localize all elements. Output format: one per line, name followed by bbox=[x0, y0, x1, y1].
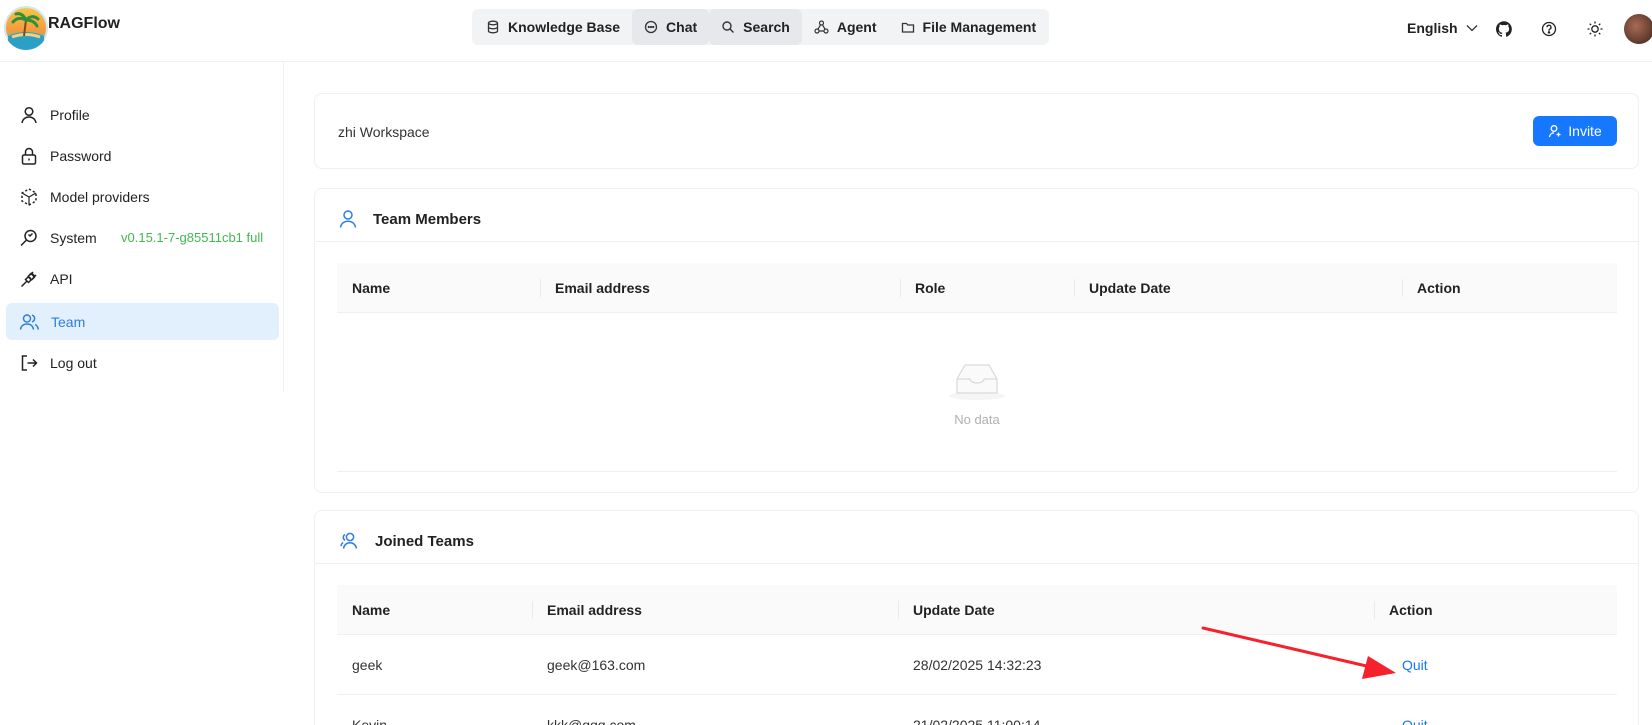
sidebar-item-label: Password bbox=[50, 147, 112, 164]
top-header: RAGFlow Knowledge Base Chat Search Agent bbox=[0, 0, 1652, 62]
sidebar-item-logout[interactable]: Log out bbox=[6, 344, 279, 381]
user-icon bbox=[21, 106, 37, 123]
team-users-icon bbox=[19, 313, 40, 330]
nav-label: Agent bbox=[836, 19, 877, 35]
sidebar-item-api[interactable]: API bbox=[6, 260, 279, 297]
sidebar-item-profile[interactable]: Profile bbox=[6, 96, 279, 133]
column-header: Email address bbox=[547, 602, 642, 618]
sidebar-item-label: Team bbox=[51, 313, 86, 330]
team-members-header: Team Members bbox=[339, 209, 481, 229]
database-icon bbox=[487, 20, 499, 34]
workspace-name: zhi Workspace bbox=[338, 124, 430, 140]
github-icon[interactable] bbox=[1494, 19, 1514, 39]
sidebar-item-model-providers[interactable]: Model providers bbox=[6, 178, 279, 215]
nav-label: Search bbox=[743, 19, 790, 35]
divider bbox=[315, 563, 1638, 564]
model-box-icon bbox=[21, 187, 37, 206]
sidebar-item-label: Profile bbox=[50, 106, 90, 123]
team-members-title: Team Members bbox=[373, 210, 482, 228]
workspace-card: zhi Workspace Invite bbox=[314, 93, 1639, 169]
quit-link[interactable]: Quit bbox=[1387, 695, 1428, 725]
cell-update-date: 28/02/2025 14:32:23 bbox=[913, 657, 1042, 673]
sidebar-item-label: Log out bbox=[50, 354, 97, 371]
column-header: Name bbox=[352, 602, 391, 618]
cell-name: geek bbox=[352, 657, 383, 673]
ragflow-logo[interactable] bbox=[4, 6, 48, 50]
empty-state: No data bbox=[337, 361, 1617, 427]
sidebar-item-label: Model providers bbox=[50, 188, 150, 205]
joined-teams-title: Joined Teams bbox=[375, 532, 474, 550]
version-badge: v0.15.1-7-g85511cb1 full bbox=[121, 230, 264, 245]
empty-text: No data bbox=[954, 412, 1000, 427]
table-row: Kevin kkk@qqq.com 21/02/2025 11:00:14 Qu… bbox=[337, 695, 1617, 725]
cell-name: Kevin bbox=[352, 717, 388, 725]
sidebar-item-team[interactable]: Team bbox=[6, 303, 279, 340]
user-avatar[interactable] bbox=[1624, 14, 1652, 44]
column-header: Action bbox=[1417, 280, 1461, 296]
team-members-table: Name Email address Role Update Date Acti… bbox=[337, 263, 1617, 473]
table-header: Name Email address Role Update Date Acti… bbox=[337, 263, 1617, 313]
quit-link[interactable]: Quit bbox=[1387, 635, 1428, 695]
column-header: Update Date bbox=[1089, 280, 1171, 296]
joined-teams-card: Joined Teams Name Email address Update D… bbox=[314, 510, 1639, 725]
nav-knowledge-base[interactable]: Knowledge Base bbox=[472, 9, 632, 45]
system-search-icon bbox=[20, 229, 37, 246]
column-header: Name bbox=[352, 280, 391, 296]
plug-icon bbox=[20, 270, 37, 287]
search-icon bbox=[722, 21, 735, 33]
folder-icon bbox=[901, 22, 914, 33]
joined-team-icon bbox=[340, 532, 358, 549]
chat-bubble-icon bbox=[644, 20, 658, 34]
table-bottom-border bbox=[337, 471, 1617, 472]
nav-label: File Management bbox=[922, 19, 1037, 35]
nav-chat[interactable]: Chat bbox=[632, 9, 710, 45]
help-circle-icon[interactable] bbox=[1539, 19, 1559, 39]
invite-label: Invite bbox=[1568, 123, 1602, 139]
nav-file-management[interactable]: File Management bbox=[889, 9, 1049, 45]
divider bbox=[315, 241, 1638, 242]
table-header: Name Email address Update Date Action bbox=[337, 585, 1617, 635]
brand-name: RAGFlow bbox=[48, 15, 120, 32]
nav-agent[interactable]: Agent bbox=[802, 9, 889, 45]
team-members-card: Team Members Name Email address Role Upd… bbox=[314, 188, 1639, 493]
column-header: Role bbox=[915, 280, 946, 296]
sidebar-item-label: API bbox=[50, 270, 73, 287]
nav-label: Chat bbox=[666, 19, 698, 35]
main-nav: Knowledge Base Chat Search Agent File Ma… bbox=[472, 9, 1049, 45]
logout-icon bbox=[21, 354, 38, 371]
column-header: Action bbox=[1389, 602, 1433, 618]
language-select[interactable]: English bbox=[1407, 20, 1478, 36]
invite-button[interactable]: Invite bbox=[1533, 116, 1617, 146]
sidebar-item-label: System bbox=[50, 229, 97, 246]
agent-graph-icon bbox=[814, 20, 829, 34]
column-header: Email address bbox=[555, 280, 650, 296]
nav-search[interactable]: Search bbox=[709, 9, 802, 45]
nav-label: Knowledge Base bbox=[508, 19, 621, 35]
joined-teams-table: Name Email address Update Date Action ge… bbox=[337, 585, 1617, 725]
column-header: Update Date bbox=[913, 602, 995, 618]
theme-sun-icon[interactable] bbox=[1585, 19, 1605, 39]
table-row: geek geek@163.com 28/02/2025 14:32:23 Qu… bbox=[337, 635, 1617, 695]
joined-teams-header: Joined Teams bbox=[339, 531, 474, 551]
lock-icon bbox=[21, 147, 37, 165]
add-user-icon bbox=[1549, 125, 1561, 138]
cell-email: kkk@qqq.com bbox=[547, 717, 636, 725]
user-icon bbox=[339, 210, 357, 228]
cell-update-date: 21/02/2025 11:00:14 bbox=[913, 717, 1041, 725]
settings-sidebar: Profile Password Model providers System … bbox=[0, 62, 284, 392]
chevron-down-icon bbox=[1466, 25, 1478, 32]
cell-email: geek@163.com bbox=[547, 657, 646, 673]
language-value: English bbox=[1407, 20, 1458, 36]
sidebar-item-password[interactable]: Password bbox=[6, 137, 279, 174]
empty-inbox-icon bbox=[949, 364, 1005, 400]
